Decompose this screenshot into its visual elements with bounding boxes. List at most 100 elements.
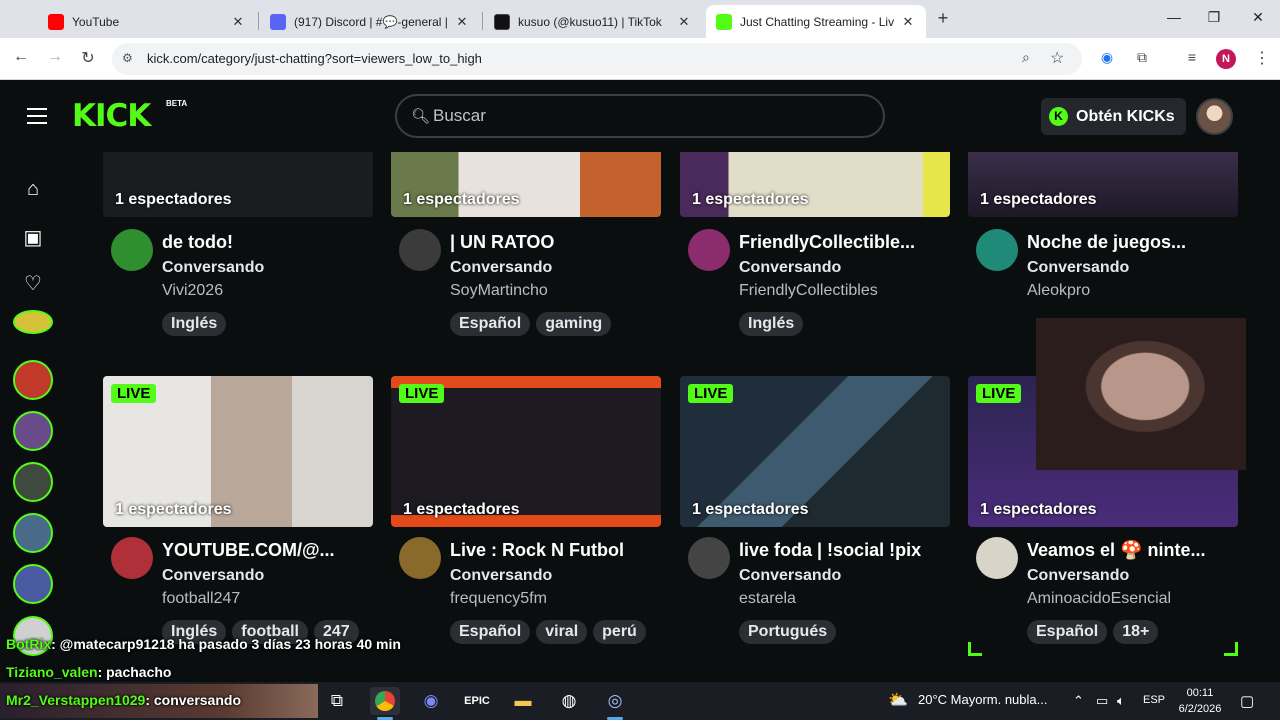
stream-category[interactable]: Conversando xyxy=(739,567,841,585)
stream-category[interactable]: Conversando xyxy=(162,259,264,277)
zoom-icon[interactable]: ⌕ xyxy=(1022,49,1030,66)
channel-avatar[interactable] xyxy=(399,537,441,579)
network-icon[interactable]: ▭ xyxy=(1096,693,1108,709)
minimize-button[interactable]: — xyxy=(1164,9,1184,25)
bookmark-star-icon[interactable]: ☆ xyxy=(1050,48,1064,68)
browser-menu-icon[interactable]: ⋮ xyxy=(1254,48,1270,68)
channel-name[interactable]: Vivi2026 xyxy=(162,282,223,300)
stream-title[interactable]: live foda | !social !pix xyxy=(739,540,950,561)
stream-thumbnail[interactable]: 1 espectadores xyxy=(680,152,950,217)
url-text[interactable]: kick.com/category/just-chatting?sort=vie… xyxy=(147,51,482,66)
reload-button[interactable]: ↻ xyxy=(77,48,99,68)
back-button[interactable]: ← xyxy=(10,48,32,66)
tab-youtube[interactable]: YouTube ✕ xyxy=(38,5,256,38)
tag[interactable]: Inglés xyxy=(739,312,804,336)
stream-category[interactable]: Conversando xyxy=(450,567,552,585)
tab-discord[interactable]: (917) Discord | #💬-general | E ✕ xyxy=(260,5,480,38)
stream-title[interactable]: de todo! xyxy=(162,232,373,253)
steam-icon[interactable]: ◎ xyxy=(600,687,630,715)
stream-card[interactable]: 1 espectadores Noche de juegos... Conver… xyxy=(968,152,1238,342)
stream-thumbnail[interactable]: 1 espectadores xyxy=(103,152,373,217)
stream-category[interactable]: Conversando xyxy=(1027,567,1129,585)
language-indicator[interactable]: ESP xyxy=(1143,694,1165,706)
followed-channel-avatar[interactable] xyxy=(13,411,53,451)
tag[interactable]: Español xyxy=(1027,620,1108,644)
discord-taskbar-icon[interactable]: ◉ xyxy=(416,687,446,715)
stream-category[interactable]: Conversando xyxy=(162,567,264,585)
close-icon[interactable]: ✕ xyxy=(676,14,692,30)
profile-avatar[interactable]: N xyxy=(1216,49,1236,69)
weather-icon[interactable]: ⛅ xyxy=(888,690,908,710)
volume-icon[interactable]: 🔈︎ xyxy=(1117,693,1125,709)
followed-channel-avatar[interactable] xyxy=(13,462,53,502)
stream-title[interactable]: YOUTUBE.COM/@... xyxy=(162,540,373,561)
channel-avatar[interactable] xyxy=(976,229,1018,271)
chrome-icon[interactable] xyxy=(370,687,400,715)
taskbar-media-preview[interactable]: Mr2_Verstappen1029: conversando xyxy=(0,684,318,718)
tag[interactable]: viral xyxy=(536,620,588,644)
channel-name[interactable]: FriendlyCollectibles xyxy=(739,282,878,300)
home-icon[interactable]: ⌂ xyxy=(22,178,44,201)
channel-name[interactable]: frequency5fm xyxy=(450,590,547,608)
extension-icon[interactable]: ◉ xyxy=(1097,49,1117,66)
stream-category[interactable]: Conversando xyxy=(450,259,552,277)
stream-thumbnail[interactable]: 1 espectadores xyxy=(391,152,661,217)
channel-name[interactable]: football247 xyxy=(162,590,240,608)
search-box[interactable]: 🔍︎ xyxy=(395,94,885,138)
followed-channel-avatar[interactable] xyxy=(13,564,53,604)
channel-name[interactable]: AminoacidoEsencial xyxy=(1027,590,1171,608)
notification-icon[interactable]: ▢ xyxy=(1240,692,1254,710)
channel-name[interactable]: SoyMartincho xyxy=(450,282,548,300)
weather-text[interactable]: 20°C Mayorm. nubla... xyxy=(918,692,1047,707)
close-icon[interactable]: ✕ xyxy=(454,14,470,30)
followed-channel-avatar[interactable] xyxy=(13,513,53,553)
stream-title[interactable]: Live : Rock N Futbol xyxy=(450,540,661,561)
stream-thumbnail[interactable]: LIVE 1 espectadores xyxy=(391,376,661,527)
tag[interactable]: Español xyxy=(450,312,531,336)
channel-name[interactable]: Aleokpro xyxy=(1027,282,1090,300)
stream-category[interactable]: Conversando xyxy=(1027,259,1129,277)
stream-card[interactable]: LIVE 1 espectadores YOUTUBE.COM/@... Con… xyxy=(103,376,373,646)
tag[interactable]: Español xyxy=(450,620,531,644)
user-avatar[interactable] xyxy=(1196,98,1233,135)
close-window-button[interactable]: ✕ xyxy=(1248,9,1268,26)
stream-card[interactable]: 1 espectadores FriendlyCollectible... Co… xyxy=(680,152,950,342)
following-heart-icon[interactable]: ♡ xyxy=(22,271,44,296)
browse-icon[interactable]: ▣ xyxy=(22,225,44,250)
channel-avatar[interactable] xyxy=(111,537,153,579)
channel-name[interactable]: estarela xyxy=(739,590,796,608)
tag[interactable]: Inglés xyxy=(162,312,227,336)
stream-card[interactable]: LIVE 1 espectadores live foda | !social … xyxy=(680,376,950,646)
hamburger-menu-icon[interactable] xyxy=(27,108,47,124)
close-icon[interactable]: ✕ xyxy=(230,14,246,30)
tag[interactable]: Portugués xyxy=(739,620,837,644)
forward-button[interactable]: → xyxy=(44,48,66,66)
stream-title[interactable]: Noche de juegos... xyxy=(1027,232,1238,253)
stream-title[interactable]: FriendlyCollectible... xyxy=(739,232,950,253)
tag[interactable]: perú xyxy=(593,620,646,644)
file-explorer-icon[interactable]: ▬ xyxy=(508,687,538,715)
search-input[interactable] xyxy=(433,105,853,127)
channel-avatar[interactable] xyxy=(688,537,730,579)
close-icon[interactable]: ✕ xyxy=(900,14,916,30)
new-tab-button[interactable]: + xyxy=(932,8,954,29)
tray-overflow-icon[interactable]: ⌃ xyxy=(1073,693,1084,709)
extensions-puzzle-icon[interactable]: ⧉ xyxy=(1132,49,1152,66)
channel-avatar[interactable] xyxy=(399,229,441,271)
tag[interactable]: 18+ xyxy=(1113,620,1159,644)
tag[interactable]: gaming xyxy=(536,312,612,336)
stream-card[interactable]: 1 espectadores | UN RATOO Conversando So… xyxy=(391,152,661,342)
stream-card[interactable]: LIVE 1 espectadores Live : Rock N Futbol… xyxy=(391,376,661,646)
stream-thumbnail[interactable]: LIVE 1 espectadores xyxy=(680,376,950,527)
followed-channel-avatar[interactable] xyxy=(13,310,53,334)
stream-card[interactable]: 1 espectadores de todo! Conversando Vivi… xyxy=(103,152,373,342)
followed-channel-avatar[interactable] xyxy=(13,360,53,400)
url-field[interactable]: ⚙ kick.com/category/just-chatting?sort=v… xyxy=(112,43,1082,75)
stream-category[interactable]: Conversando xyxy=(739,259,841,277)
channel-avatar[interactable] xyxy=(688,229,730,271)
site-info-icon[interactable]: ⚙ xyxy=(122,51,133,65)
tab-kick[interactable]: Just Chatting Streaming - Live S ✕ xyxy=(706,5,926,38)
channel-avatar[interactable] xyxy=(976,537,1018,579)
epic-games-icon[interactable]: EPIC xyxy=(462,687,492,715)
stream-title[interactable]: | UN RATOO xyxy=(450,232,661,253)
